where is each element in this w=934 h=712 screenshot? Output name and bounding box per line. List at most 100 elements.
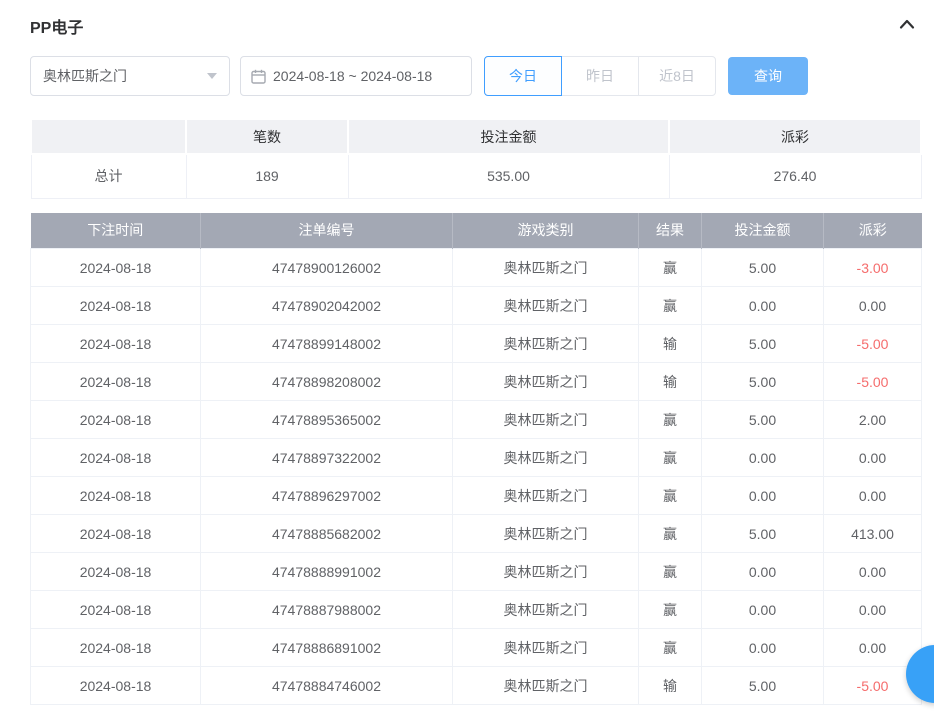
search-button[interactable]: 查询 — [728, 57, 808, 95]
bet-time: 2024-08-18 — [31, 249, 201, 287]
result: 赢 — [639, 287, 702, 325]
column-header: 游戏类别 — [453, 213, 639, 249]
result: 赢 — [639, 553, 702, 591]
quick-range-yesterday[interactable]: 昨日 — [561, 56, 639, 96]
bet-amount: 0.00 — [702, 439, 824, 477]
bet-time: 2024-08-18 — [31, 629, 201, 667]
table-row: 2024-08-1847478899148002奥林匹斯之门输5.00-5.00 — [31, 325, 922, 363]
quick-range-today[interactable]: 今日 — [484, 56, 562, 96]
date-range-input[interactable]: 2024-08-18 ~ 2024-08-18 — [240, 56, 472, 96]
order-id: 47478895365002 — [201, 401, 453, 439]
bet-amount: 5.00 — [702, 363, 824, 401]
result: 赢 — [639, 249, 702, 287]
bet-amount: 5.00 — [702, 325, 824, 363]
bet-time: 2024-08-18 — [31, 439, 201, 477]
game-type: 奥林匹斯之门 — [453, 553, 639, 591]
order-id: 47478902042002 — [201, 287, 453, 325]
summary-header-blank — [31, 119, 186, 154]
bet-amount: 0.00 — [702, 553, 824, 591]
table-row: 2024-08-1847478884746002奥林匹斯之门输5.00-5.00 — [31, 667, 922, 705]
bet-amount: 0.00 — [702, 477, 824, 515]
order-id: 47478898208002 — [201, 363, 453, 401]
column-header: 派彩 — [824, 213, 922, 249]
column-header: 注单编号 — [201, 213, 453, 249]
game-type: 奥林匹斯之门 — [453, 363, 639, 401]
table-row: 2024-08-1847478897322002奥林匹斯之门赢0.000.00 — [31, 439, 922, 477]
table-row: 2024-08-1847478886891002奥林匹斯之门赢0.000.00 — [31, 629, 922, 667]
payout: 413.00 — [824, 515, 922, 553]
result: 输 — [639, 325, 702, 363]
quick-range-group: 今日昨日近8日 — [484, 56, 716, 96]
bet-time: 2024-08-18 — [31, 287, 201, 325]
summary-total-bet: 535.00 — [348, 154, 669, 198]
bet-time: 2024-08-18 — [31, 591, 201, 629]
summary-total-payout: 276.40 — [669, 154, 921, 198]
game-type: 奥林匹斯之门 — [453, 629, 639, 667]
bet-time: 2024-08-18 — [31, 553, 201, 591]
bet-time: 2024-08-18 — [31, 401, 201, 439]
payout: -3.00 — [824, 249, 922, 287]
order-id: 47478897322002 — [201, 439, 453, 477]
summary-total-count: 189 — [186, 154, 348, 198]
panel-header: PP电子 — [30, 14, 922, 38]
table-row: 2024-08-1847478888991002奥林匹斯之门赢0.000.00 — [31, 553, 922, 591]
bet-amount: 0.00 — [702, 629, 824, 667]
result: 赢 — [639, 401, 702, 439]
game-type: 奥林匹斯之门 — [453, 401, 639, 439]
filter-bar: 奥林匹斯之门 2024-08-18 ~ 2024-08-18 今日昨日近8日 查… — [30, 56, 922, 96]
column-header: 投注金额 — [702, 213, 824, 249]
summary-header-count: 笔数 — [186, 119, 348, 154]
quick-range-last8days[interactable]: 近8日 — [638, 56, 716, 96]
bet-amount: 5.00 — [702, 401, 824, 439]
table-row: 2024-08-1847478895365002奥林匹斯之门赢5.002.00 — [31, 401, 922, 439]
game-type: 奥林匹斯之门 — [453, 249, 639, 287]
table-row: 2024-08-1847478887988002奥林匹斯之门赢0.000.00 — [31, 591, 922, 629]
payout: 2.00 — [824, 401, 922, 439]
bet-amount: 5.00 — [702, 667, 824, 705]
order-id: 47478900126002 — [201, 249, 453, 287]
game-type: 奥林匹斯之门 — [453, 477, 639, 515]
payout: 0.00 — [824, 287, 922, 325]
order-id: 47478887988002 — [201, 591, 453, 629]
order-id: 47478896297002 — [201, 477, 453, 515]
game-select[interactable]: 奥林匹斯之门 — [30, 56, 230, 96]
result: 输 — [639, 667, 702, 705]
result: 赢 — [639, 591, 702, 629]
table-header-row: 下注时间注单编号游戏类别结果投注金额派彩 — [31, 213, 922, 249]
bet-amount: 5.00 — [702, 249, 824, 287]
summary-table: 笔数 投注金额 派彩 总计 189 535.00 276.40 — [30, 118, 922, 199]
table-row: 2024-08-1847478900126002奥林匹斯之门赢5.00-3.00 — [31, 249, 922, 287]
bet-amount: 5.00 — [702, 515, 824, 553]
result: 输 — [639, 363, 702, 401]
order-id: 47478884746002 — [201, 667, 453, 705]
table-row: 2024-08-1847478902042002奥林匹斯之门赢0.000.00 — [31, 287, 922, 325]
result: 赢 — [639, 515, 702, 553]
game-type: 奥林匹斯之门 — [453, 591, 639, 629]
bet-time: 2024-08-18 — [31, 667, 201, 705]
bet-time: 2024-08-18 — [31, 325, 201, 363]
calendar-icon — [251, 69, 266, 84]
collapse-panel-button[interactable] — [898, 17, 916, 36]
game-type: 奥林匹斯之门 — [453, 325, 639, 363]
table-row: 2024-08-1847478896297002奥林匹斯之门赢0.000.00 — [31, 477, 922, 515]
summary-header-row: 笔数 投注金额 派彩 — [31, 119, 921, 154]
table-row: 2024-08-1847478885682002奥林匹斯之门赢5.00413.0… — [31, 515, 922, 553]
game-select-value: 奥林匹斯之门 — [43, 66, 127, 86]
game-type: 奥林匹斯之门 — [453, 515, 639, 553]
bet-time: 2024-08-18 — [31, 363, 201, 401]
bet-records-table: 下注时间注单编号游戏类别结果投注金额派彩 2024-08-18474789001… — [30, 213, 922, 706]
summary-total-row: 总计 189 535.00 276.40 — [31, 154, 921, 198]
order-id: 47478885682002 — [201, 515, 453, 553]
game-type: 奥林匹斯之门 — [453, 287, 639, 325]
order-id: 47478886891002 — [201, 629, 453, 667]
bet-time: 2024-08-18 — [31, 477, 201, 515]
payout: 0.00 — [824, 553, 922, 591]
table-row: 2024-08-1847478898208002奥林匹斯之门输5.00-5.00 — [31, 363, 922, 401]
result: 赢 — [639, 629, 702, 667]
payout: -5.00 — [824, 363, 922, 401]
column-header: 下注时间 — [31, 213, 201, 249]
summary-total-label: 总计 — [31, 154, 186, 198]
payout: 0.00 — [824, 591, 922, 629]
payout: 0.00 — [824, 629, 922, 667]
bet-amount: 0.00 — [702, 591, 824, 629]
